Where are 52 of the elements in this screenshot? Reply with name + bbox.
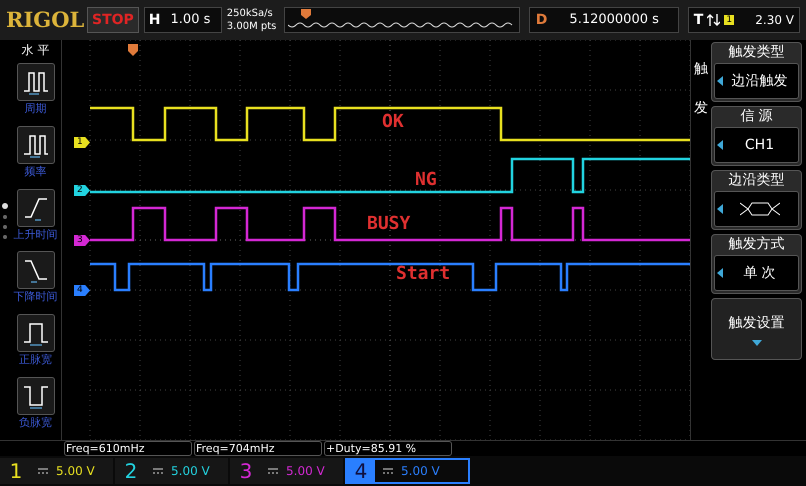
measure-label: 周期 <box>24 101 46 117</box>
measure-label: 正脉宽 <box>19 352 52 368</box>
channel-marker[interactable]: 4 <box>74 285 90 296</box>
delay-label: D <box>536 10 548 30</box>
menu-header: 触发类型 <box>728 43 786 61</box>
channel-scale: 5.00 V <box>171 463 210 480</box>
trace-label: NG <box>415 168 437 192</box>
menu-title: 水 平 <box>22 42 50 59</box>
measure-label: 下降时间 <box>14 289 58 306</box>
measure-label: 频率 <box>24 164 46 180</box>
measurement-readout: +Duty=85.91 % <box>324 441 452 456</box>
measure-label: 负脉宽 <box>19 415 52 432</box>
channel-scale: 5.00 V <box>286 463 325 480</box>
menu-value-field[interactable]: 单 次 <box>714 255 799 291</box>
channel-number: 4 <box>347 460 375 482</box>
trace-label: BUSY <box>367 212 410 236</box>
measurement-readout: Freq=704mHz <box>194 441 322 456</box>
trigger-threshold: 2.30 V <box>755 12 794 29</box>
trace-label: OK <box>382 110 404 134</box>
delay-panel[interactable]: D 5.12000000 s <box>528 7 679 33</box>
trigger-label: T <box>694 10 704 30</box>
channel-scale: 5.00 V <box>401 463 440 480</box>
submenu-button[interactable]: 触发设置 <box>711 298 802 360</box>
timebase-panel[interactable]: H 1.00 s <box>144 7 222 33</box>
menu-header: 边沿类型 <box>728 171 786 189</box>
delay-value: 5.12000000 s <box>569 11 659 30</box>
channel-marker[interactable]: 3 <box>74 235 90 246</box>
channel-scale-panel[interactable]: 2 5.00 V <box>115 458 228 484</box>
menu-header: 信 源 <box>739 107 774 125</box>
trigger-source: 1 <box>724 15 734 25</box>
trace-label: Start <box>396 262 450 286</box>
channel-scale-panel[interactable]: 4 5.00 V <box>345 458 470 484</box>
sample-rate: 250kSa/s <box>226 7 274 20</box>
menu-value-field[interactable]: CH1 <box>714 127 799 163</box>
channel-number: 3 <box>238 460 254 482</box>
trigger-panel[interactable]: T 1 2.30 V <box>688 7 800 33</box>
timebase-label: H <box>148 10 161 30</box>
channel-scale-panel[interactable]: 1 5.00 V <box>0 458 113 484</box>
measurement-readout: Freq=610mHz <box>64 441 192 456</box>
menu-title: 触发 <box>694 60 708 118</box>
channel-marker[interactable]: 2 <box>74 185 90 196</box>
measure-label: 上升时间 <box>14 226 58 243</box>
channel-number: 1 <box>8 460 24 482</box>
timebase-value: 1.00 s <box>170 11 210 30</box>
channel-scale: 5.00 V <box>56 463 95 480</box>
channel-scale-panel[interactable]: 3 5.00 V <box>230 458 343 484</box>
channel-number: 2 <box>124 460 138 482</box>
memory-depth: 3.00M pts <box>226 20 278 33</box>
brand-logo: RIGOL <box>6 6 82 34</box>
channel-marker[interactable]: 1 <box>74 137 90 148</box>
menu-value-field[interactable]: 边沿触发 <box>714 63 799 99</box>
menu-header: 触发方式 <box>728 235 786 253</box>
